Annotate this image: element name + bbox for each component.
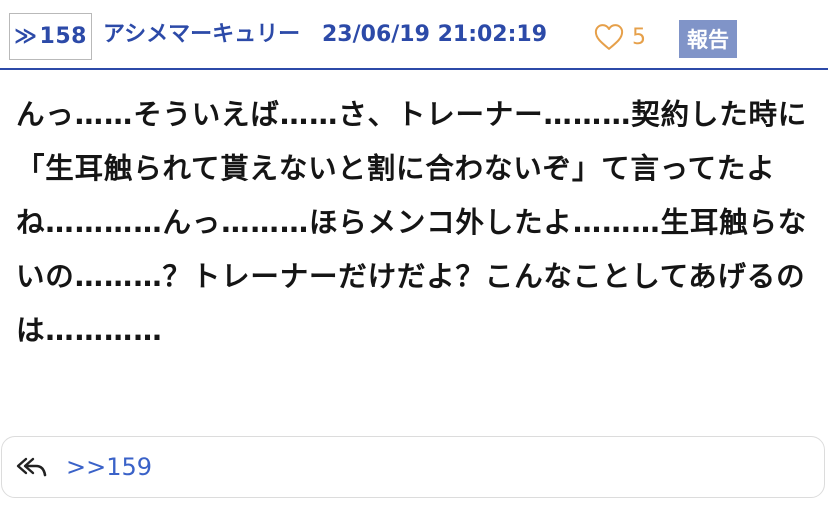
- post-number-button[interactable]: ≫ 158: [9, 13, 92, 60]
- post-header: ≫ 158 アシメマーキュリー 23/06/19 21:02:19 5 報告: [0, 0, 828, 70]
- author-name: アシメマーキュリー: [103, 22, 301, 47]
- heart-outline-icon: [594, 24, 624, 50]
- like-count: 5: [632, 24, 646, 50]
- report-button[interactable]: 報告: [679, 20, 737, 58]
- double-chevron-icon: ≫: [14, 24, 38, 49]
- reply-bar: >>159: [1, 436, 825, 498]
- reply-all-icon[interactable]: [16, 455, 48, 479]
- post: ≫ 158 アシメマーキュリー 23/06/19 21:02:19 5 報告 ん…: [0, 0, 828, 517]
- like-button[interactable]: 5: [594, 20, 646, 54]
- post-body: んっ……そういえば……さ、トレーナー………契約した時に「生耳触られて貰えないと割…: [16, 98, 808, 347]
- reply-link[interactable]: >>159: [66, 451, 152, 483]
- post-timestamp: 23/06/19 21:02:19: [322, 22, 548, 47]
- post-number: 158: [39, 24, 87, 49]
